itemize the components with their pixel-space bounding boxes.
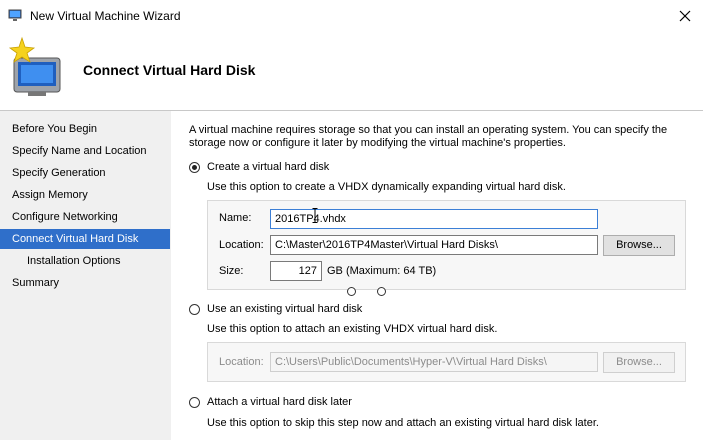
attach-later-label[interactable]: Attach a virtual hard disk later bbox=[207, 396, 352, 408]
sidebar-item-installation-options[interactable]: Installation Options bbox=[0, 252, 170, 271]
text-cursor-icon bbox=[312, 208, 318, 223]
attach-later-description: Use this option to skip this step now an… bbox=[207, 417, 599, 429]
size-label: Size: bbox=[219, 265, 244, 277]
existing-location-label: Location: bbox=[219, 356, 264, 368]
intro-text: A virtual machine requires storage so th… bbox=[189, 124, 668, 149]
size-suffix: GB (Maximum: 64 TB) bbox=[327, 265, 437, 277]
page-title: Connect Virtual Hard Disk bbox=[83, 62, 256, 78]
existing-location-field[interactable]: C:\Users\Public\Documents\Hyper-V\Virtua… bbox=[270, 352, 598, 372]
virtual-machine-wizard-icon bbox=[8, 36, 61, 96]
virtual-machine-icon bbox=[8, 9, 22, 21]
sidebar-item-connect-virtual-hard-disk[interactable]: Connect Virtual Hard Disk bbox=[0, 229, 170, 249]
resize-handle-left[interactable] bbox=[347, 287, 356, 296]
close-icon bbox=[679, 10, 691, 22]
location-field[interactable]: C:\Master\2016TP4Master\Virtual Hard Dis… bbox=[270, 235, 598, 255]
existing-disk-radio[interactable] bbox=[189, 304, 200, 315]
size-field[interactable]: 127 bbox=[270, 261, 322, 281]
sidebar-item-specify-generation[interactable]: Specify Generation bbox=[0, 164, 170, 183]
create-disk-label[interactable]: Create a virtual hard disk bbox=[207, 161, 329, 173]
window-title: New Virtual Machine Wizard bbox=[30, 9, 181, 23]
existing-disk-description: Use this option to attach an existing VH… bbox=[207, 323, 498, 335]
sidebar-item-before-you-begin[interactable]: Before You Begin bbox=[0, 120, 170, 139]
sidebar-item-assign-memory[interactable]: Assign Memory bbox=[0, 186, 170, 205]
existing-browse-button[interactable]: Browse... bbox=[603, 352, 675, 373]
name-label: Name: bbox=[219, 212, 252, 224]
name-field[interactable]: 2016TP4.vhdx bbox=[270, 209, 598, 229]
create-disk-description: Use this option to create a VHDX dynamic… bbox=[207, 181, 566, 193]
resize-handle-right[interactable] bbox=[377, 287, 386, 296]
browse-button[interactable]: Browse... bbox=[603, 235, 675, 256]
location-label: Location: bbox=[219, 239, 264, 251]
radio-selected-dot bbox=[192, 165, 197, 170]
create-disk-radio[interactable] bbox=[189, 162, 200, 173]
sidebar-item-configure-networking[interactable]: Configure Networking bbox=[0, 208, 170, 227]
sidebar-item-specify-name-and-location[interactable]: Specify Name and Location bbox=[0, 142, 170, 161]
sidebar-item-summary[interactable]: Summary bbox=[0, 274, 170, 293]
close-button[interactable] bbox=[670, 4, 700, 28]
existing-disk-label[interactable]: Use an existing virtual hard disk bbox=[207, 303, 362, 315]
attach-later-radio[interactable] bbox=[189, 397, 200, 408]
